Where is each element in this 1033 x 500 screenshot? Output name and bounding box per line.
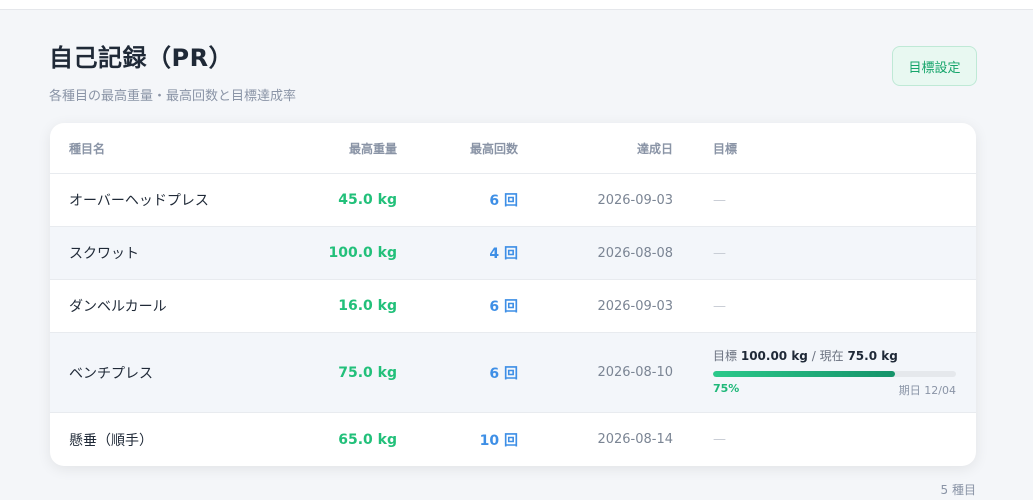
achieved-date: 2026-08-10 [597, 365, 673, 380]
goal-current-label: 現在 [819, 349, 844, 363]
progress-fill [713, 371, 896, 377]
goal-percent: 75% [713, 382, 740, 395]
goal-empty: — [713, 432, 726, 447]
goal-empty: — [713, 298, 726, 314]
goal-label: 目標 [713, 349, 738, 363]
page-subtitle: 各種目の最高重量・最高回数と目標達成率 [49, 89, 297, 104]
table-header: 種目名 最高重量 最高回数 達成日 目標 [50, 123, 976, 173]
max-weight: 75.0 kg [338, 364, 397, 381]
table-row[interactable]: ベンチプレス 75.0 kg 6 回 2026-08-10 目標 100.00 … [50, 332, 976, 412]
exercise-name: オーバーヘッドプレス [69, 193, 209, 209]
achieved-date: 2026-09-03 [597, 298, 673, 314]
max-weight: 100.0 kg [328, 245, 398, 261]
goal-due-date: 期日 12/04 [898, 384, 956, 397]
column-header-name[interactable]: 種目名 [69, 123, 309, 173]
max-reps: 6 回 [489, 365, 518, 382]
table-row[interactable]: オーバーヘッドプレス 45.0 kg 6 回 2026-09-03 — [50, 173, 976, 226]
goal-text: 目標 100.00 kg / 現在 75.0 kg [713, 347, 956, 364]
exercise-name: ベンチプレス [69, 365, 153, 382]
max-weight: 45.0 kg [338, 192, 397, 208]
max-reps: 6 回 [489, 193, 518, 209]
goal-progress: 目標 100.00 kg / 現在 75.0 kg 75% 期日 12/04 [713, 333, 956, 412]
max-reps: 4 回 [489, 246, 518, 262]
pr-table: 種目名 最高重量 最高回数 達成日 目標 オーバーヘッドプレス 45.0 kg … [50, 123, 976, 466]
max-reps: 6 回 [489, 299, 518, 315]
column-header-goal[interactable]: 目標 [713, 123, 956, 173]
max-reps: 10 回 [479, 432, 518, 449]
goal-settings-button[interactable]: 目標設定 [892, 46, 977, 86]
progress-bar [713, 371, 956, 377]
exercise-name: 懸垂（順手） [69, 432, 153, 449]
table-row[interactable]: スクワット 100.0 kg 4 回 2026-08-08 — [50, 226, 976, 279]
goal-target: 100.00 kg [740, 349, 808, 363]
achieved-date: 2026-09-03 [597, 192, 673, 208]
page-header: 自己記録（PR） 各種目の最高重量・最高回数と目標達成率 [49, 38, 296, 104]
max-weight: 65.0 kg [338, 431, 397, 448]
table-row[interactable]: 懸垂（順手） 65.0 kg 10 回 2026-08-14 — [50, 412, 976, 466]
column-header-max-weight[interactable]: 最高重量 [280, 123, 397, 173]
goal-separator: / [811, 349, 816, 363]
column-header-max-reps[interactable]: 最高回数 [410, 123, 518, 173]
column-header-date[interactable]: 達成日 [540, 123, 673, 173]
exercise-count: 5 種目 [940, 483, 976, 497]
achieved-date: 2026-08-08 [597, 245, 673, 261]
max-weight: 16.0 kg [338, 298, 397, 314]
exercise-name: ダンベルカール [69, 299, 167, 315]
table-row[interactable]: ダンベルカール 16.0 kg 6 回 2026-09-03 — [50, 279, 976, 332]
achieved-date: 2026-08-14 [597, 432, 673, 447]
goal-empty: — [713, 192, 726, 208]
goal-current: 75.0 kg [847, 349, 898, 363]
goal-empty: — [713, 245, 726, 261]
page-title: 自己記録（PR） [49, 44, 234, 72]
top-bar [0, 0, 1033, 10]
exercise-name: スクワット [69, 246, 139, 262]
